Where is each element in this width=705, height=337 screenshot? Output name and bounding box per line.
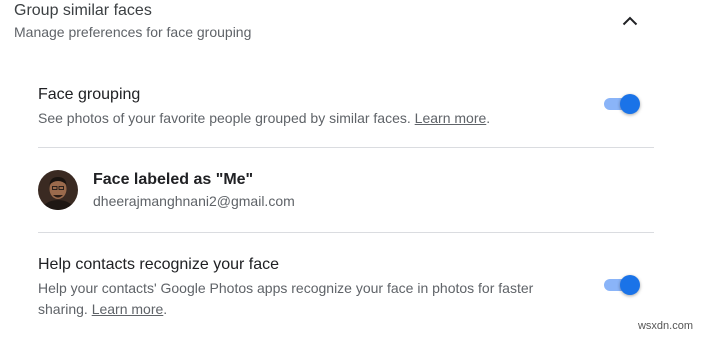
section-title: Group similar faces [14,2,152,19]
help-contacts-period: . [163,301,168,317]
chevron-up-icon [622,16,638,26]
section-subtitle: Manage preferences for face grouping [14,24,252,40]
toggle-thumb [620,94,640,114]
watermark: wsxdn.com [637,320,693,332]
help-contacts-row: Help contacts recognize your face Help y… [38,256,654,320]
divider [38,147,654,148]
user-avatar[interactable] [38,170,78,210]
face-grouping-title: Face grouping [38,86,141,103]
help-contacts-description: Help your contacts' Google Photos apps r… [38,278,578,320]
face-grouping-period: . [486,110,491,126]
face-grouping-description: See photos of your favorite people group… [38,108,578,129]
collapse-button[interactable] [617,8,643,34]
divider [38,232,654,233]
face-grouping-toggle[interactable] [602,94,640,114]
face-grouping-description-text: See photos of your favorite people group… [38,110,411,126]
avatar-image [38,170,78,210]
help-contacts-title: Help contacts recognize your face [38,256,280,273]
face-grouping-row: Face grouping See photos of your favorit… [38,86,654,129]
help-contacts-learn-more-link[interactable]: Learn more [92,301,164,317]
toggle-thumb [620,275,640,295]
face-labeled-email: dheerajmanghnani2@gmail.com [93,193,295,209]
section-header[interactable]: Group similar faces Manage preferences f… [14,0,654,44]
face-grouping-learn-more-link[interactable]: Learn more [415,110,487,126]
face-labeled-title: Face labeled as "Me" [93,171,254,188]
help-contacts-toggle[interactable] [602,275,640,295]
